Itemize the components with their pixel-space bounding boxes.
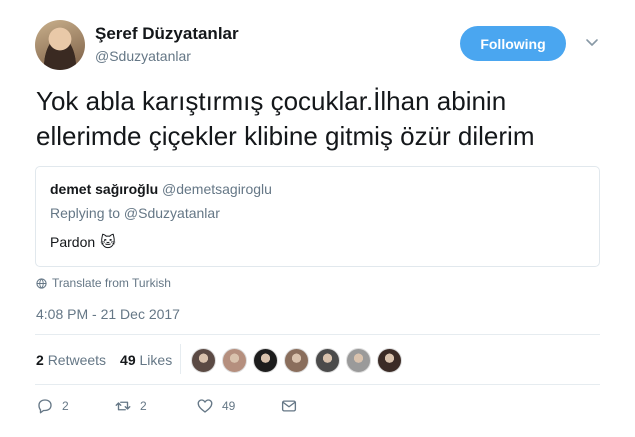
reply-icon: [38, 399, 52, 414]
author-name[interactable]: Şeref Düzyatanlar: [95, 24, 239, 44]
tweet-timestamp[interactable]: 4:08 PM - 21 Dec 2017: [36, 306, 180, 322]
divider: [35, 334, 600, 335]
envelope-icon: [281, 400, 297, 412]
reply-action[interactable]: 2: [36, 397, 114, 415]
tweet-actions: 2 2 49: [36, 397, 298, 415]
liker-avatar[interactable]: [284, 348, 309, 373]
quoted-tweet-text: Pardon 🐱: [50, 234, 116, 250]
translate-label: Translate from Turkish: [52, 276, 171, 290]
heart-icon: [197, 399, 213, 413]
liker-avatar[interactable]: [222, 348, 247, 373]
retweets-count: 2: [36, 352, 44, 368]
tweet-text: Yok abla karıştırmış çocuklar.İlhan abin…: [36, 84, 616, 154]
message-action[interactable]: [280, 397, 298, 415]
retweet-icon: [115, 401, 131, 411]
chevron-down-icon[interactable]: [584, 34, 600, 50]
liker-avatar[interactable]: [191, 348, 216, 373]
tweet-text-line: Yok abla karıştırmış çocuklar.İlhan abin…: [36, 86, 507, 116]
quoted-tweet[interactable]: demet sağıroğlu @demetsagiroglu Replying…: [35, 166, 600, 267]
liker-avatar[interactable]: [253, 348, 278, 373]
translate-link[interactable]: Translate from Turkish: [36, 276, 171, 290]
like-count: 49: [222, 399, 236, 413]
divider: [35, 384, 600, 385]
reply-count: 2: [62, 399, 69, 413]
author-avatar[interactable]: [35, 20, 85, 70]
cat-emoji-icon: 🐱: [100, 233, 116, 251]
following-button[interactable]: Following: [460, 26, 566, 61]
quoted-text: Pardon: [50, 234, 96, 250]
likes-count: 49: [120, 352, 136, 368]
quoted-author-handle: @demetsagiroglu: [162, 181, 272, 197]
tweet-stats: 2 Retweets 49 Likes: [36, 352, 172, 368]
likes-label: Likes: [139, 352, 173, 368]
stats-separator: [180, 344, 181, 374]
likers-avatars: [191, 348, 402, 373]
quoted-author-name: demet sağıroğlu: [50, 181, 159, 197]
like-action[interactable]: 49: [196, 397, 280, 415]
liker-avatar[interactable]: [377, 348, 402, 373]
globe-icon: [36, 277, 47, 289]
likes-stat[interactable]: 49 Likes: [120, 352, 172, 368]
retweets-label: Retweets: [47, 352, 107, 368]
quoted-replying-to: Replying to @Sduzyatanlar: [50, 205, 220, 221]
retweet-action[interactable]: 2: [114, 397, 196, 415]
author-handle[interactable]: @Sduzyatanlar: [95, 48, 191, 64]
retweets-stat[interactable]: 2 Retweets: [36, 352, 106, 368]
liker-avatar[interactable]: [346, 348, 371, 373]
liker-avatar[interactable]: [315, 348, 340, 373]
tweet-text-line: ellerimde çiçekler klibine gitmiş özür d…: [36, 121, 535, 151]
retweet-count: 2: [140, 399, 147, 413]
